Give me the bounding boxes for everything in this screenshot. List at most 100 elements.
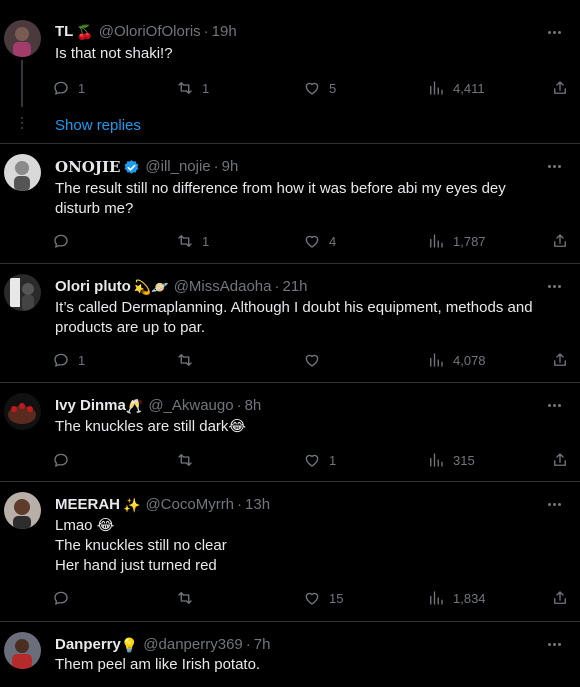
- timestamp[interactable]: 19h: [212, 22, 237, 42]
- name-emoji: 💡: [120, 637, 139, 653]
- more-icon[interactable]: [542, 156, 566, 176]
- tweet-text: The knuckles are still dark😂: [55, 418, 246, 435]
- views-button[interactable]: 315: [427, 450, 475, 470]
- more-icon[interactable]: [542, 634, 566, 654]
- reply-button[interactable]: [52, 588, 78, 608]
- reply-button[interactable]: 1: [52, 78, 85, 98]
- more-icon[interactable]: [542, 395, 566, 415]
- share-button[interactable]: [551, 588, 569, 608]
- tweet[interactable]: Olori pluto 💫🪐 @MissAdaoha · 21h It’s ca…: [0, 264, 580, 383]
- more-icon[interactable]: [542, 494, 566, 514]
- like-button[interactable]: 1: [303, 450, 336, 470]
- thread-line: [21, 60, 23, 107]
- retweet-button[interactable]: [176, 450, 202, 470]
- name-emoji: 🍒: [76, 24, 94, 40]
- user-handle[interactable]: @MissAdaoha: [174, 277, 272, 297]
- display-name[interactable]: MEERAH: [55, 495, 120, 515]
- share-button[interactable]: [551, 78, 569, 98]
- tweet[interactable]: ONOJIE @ill_nojie · 9h The result still …: [0, 144, 580, 264]
- tweet[interactable]: Danperry 💡 @danperry369 · 7h Them peel a…: [0, 622, 580, 687]
- reply-button[interactable]: [52, 231, 78, 251]
- name-emoji: 🥂: [125, 398, 144, 414]
- avatar[interactable]: [4, 274, 41, 311]
- timestamp[interactable]: 13h: [245, 495, 270, 515]
- tweet-actions: 1 4 1,787: [52, 231, 572, 251]
- user-handle[interactable]: @ill_nojie: [145, 157, 210, 177]
- like-icon: [305, 454, 319, 467]
- retweet-icon: [178, 454, 192, 466]
- timestamp[interactable]: 21h: [282, 277, 307, 297]
- tweet-text: The result still no difference from how …: [55, 180, 506, 217]
- tweet-text: Them peel am like Irish potato.: [55, 656, 261, 673]
- views-button[interactable]: 1,834: [427, 588, 486, 608]
- reply-icon: [54, 234, 68, 248]
- tweet-header: TL 🍒 @OloriOfOloris · 19h: [55, 22, 237, 42]
- retweet-icon: [178, 592, 192, 604]
- tweet[interactable]: MEERAH ✨ @CocoMyrrh · 13h Lmao 😂 The knu…: [0, 482, 580, 622]
- reply-icon: [54, 453, 68, 467]
- share-button[interactable]: [551, 231, 569, 251]
- like-button[interactable]: 15: [303, 588, 343, 608]
- tweet[interactable]: TL 🍒 @OloriOfOloris · 19h Is that not sh…: [0, 0, 580, 144]
- user-handle[interactable]: @OloriOfOloris: [99, 22, 201, 42]
- show-replies-link[interactable]: Show replies: [55, 117, 141, 134]
- share-icon: [554, 234, 566, 247]
- views-icon: [430, 453, 443, 467]
- tweet[interactable]: Ivy Dinma 🥂 @_Akwaugo · 8h The knuckles …: [0, 383, 580, 482]
- thread-dots: [21, 117, 23, 132]
- like-icon: [305, 354, 319, 367]
- like-button[interactable]: 4: [303, 231, 336, 251]
- retweet-button[interactable]: [176, 350, 202, 370]
- tweet-actions: 1 315: [52, 450, 572, 470]
- views-button[interactable]: 4,411: [427, 78, 485, 98]
- display-name[interactable]: Danperry: [55, 635, 121, 655]
- avatar[interactable]: [4, 632, 41, 669]
- avatar[interactable]: [4, 393, 41, 430]
- display-name[interactable]: TL: [55, 22, 73, 42]
- tweet-text: Lmao 😂 The knuckles still no clear Her h…: [55, 517, 227, 574]
- display-name[interactable]: ONOJIE: [55, 157, 120, 177]
- retweet-icon: [178, 235, 192, 247]
- more-icon[interactable]: [542, 22, 566, 42]
- avatar[interactable]: [4, 20, 41, 57]
- reply-button[interactable]: 1: [52, 350, 85, 370]
- reply-icon: [54, 353, 68, 367]
- views-button[interactable]: 1,787: [427, 231, 486, 251]
- user-handle[interactable]: @CocoMyrrh: [145, 495, 234, 515]
- display-name[interactable]: Olori pluto: [55, 277, 131, 297]
- views-icon: [430, 353, 443, 367]
- tweet-actions: 1 1 5 4,411: [52, 78, 572, 98]
- share-button[interactable]: [551, 350, 569, 370]
- reply-icon: [54, 81, 68, 95]
- timestamp[interactable]: 8h: [245, 396, 262, 416]
- share-icon: [554, 453, 566, 466]
- retweet-icon: [178, 354, 192, 366]
- tweet-actions: 1 4,078: [52, 350, 572, 370]
- more-icon[interactable]: [542, 276, 566, 296]
- tweet-header: Ivy Dinma 🥂 @_Akwaugo · 8h: [55, 396, 262, 416]
- tweet-header: ONOJIE @ill_nojie · 9h: [55, 157, 239, 177]
- user-handle[interactable]: @_Akwaugo: [148, 396, 233, 416]
- display-name[interactable]: Ivy Dinma: [55, 396, 126, 416]
- share-button[interactable]: [551, 450, 569, 470]
- reply-button[interactable]: [52, 450, 78, 470]
- user-handle[interactable]: @danperry369: [143, 635, 242, 655]
- reply-icon: [54, 591, 68, 605]
- views-icon: [430, 234, 443, 248]
- avatar[interactable]: [4, 492, 41, 529]
- tweet-header: Danperry 💡 @danperry369 · 7h: [55, 635, 271, 655]
- tweet-actions: 15 1,834: [52, 588, 572, 608]
- timestamp[interactable]: 9h: [222, 157, 239, 177]
- verified-badge-icon: [125, 159, 139, 174]
- views-button[interactable]: 4,078: [427, 350, 486, 370]
- tweet-text: Is that not shaki!?: [55, 45, 173, 62]
- timestamp[interactable]: 7h: [254, 635, 271, 655]
- retweet-button[interactable]: [176, 588, 202, 608]
- like-icon: [305, 82, 319, 95]
- retweet-button[interactable]: 1: [176, 78, 209, 98]
- avatar[interactable]: [4, 154, 41, 191]
- like-button[interactable]: 5: [303, 78, 336, 98]
- retweet-button[interactable]: 1: [176, 231, 209, 251]
- like-button[interactable]: [303, 350, 329, 370]
- name-emoji: ✨: [123, 497, 141, 513]
